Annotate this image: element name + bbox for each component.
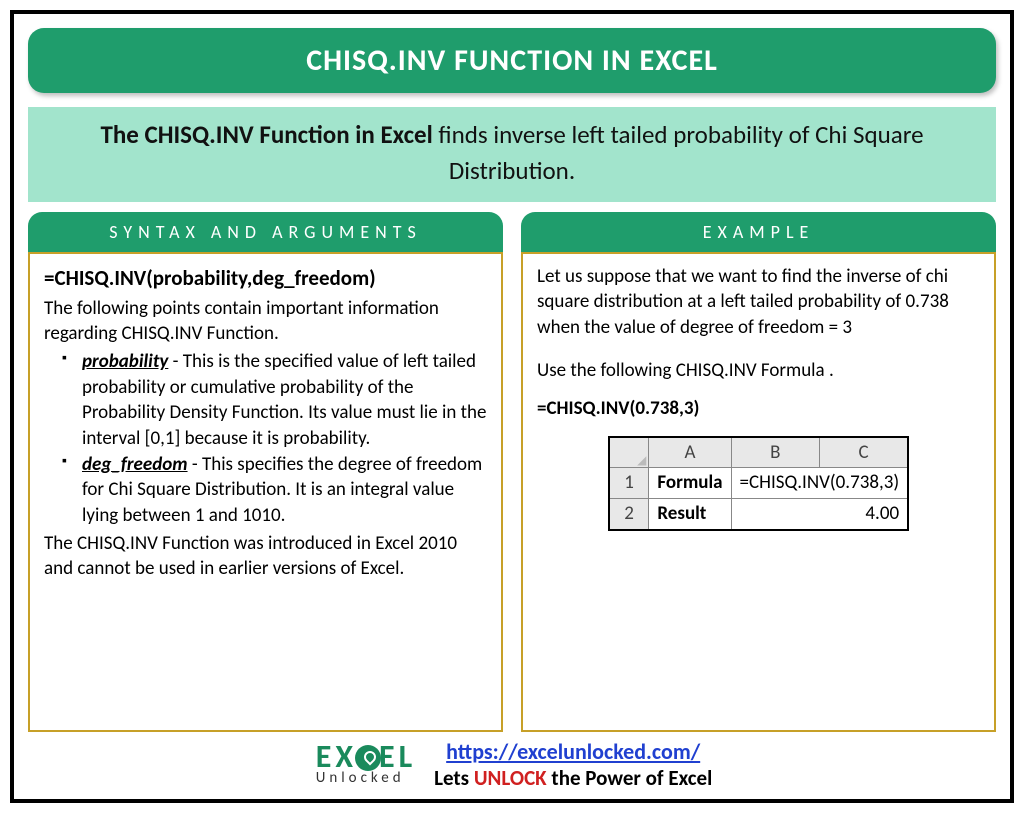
- example-body: Let us suppose that we want to find the …: [521, 252, 996, 733]
- syntax-intro: The following points contain important i…: [44, 296, 487, 347]
- cell-label: Formula: [649, 468, 731, 499]
- infographic-card: CHISQ.INV FUNCTION IN EXCEL The CHISQ.IN…: [10, 10, 1014, 803]
- syntax-formula: =CHISQ.INV(probability,deg_freedom): [44, 264, 487, 292]
- argument-name: deg_freedom: [82, 453, 188, 476]
- footer-tagline: Lets UNLOCK the Power of Excel: [434, 765, 712, 791]
- table-row: 2 Result 4.00: [609, 498, 908, 529]
- logo-top: EXEL: [316, 743, 416, 772]
- tagline-pre: Lets: [434, 765, 474, 791]
- lock-icon: [355, 745, 381, 771]
- footer-text: https://excelunlocked.com/ Lets UNLOCK t…: [434, 738, 712, 791]
- example-formula: =CHISQ.INV(0.738,3): [537, 396, 980, 422]
- footer-link[interactable]: https://excelunlocked.com/: [446, 738, 700, 765]
- description-bold: The CHISQ.INV Function in Excel: [100, 119, 432, 150]
- argument-item: probability - This is the specified valu…: [62, 349, 487, 452]
- col-header-b: B: [731, 437, 820, 468]
- example-p2: Use the following CHISQ.INV Formula .: [537, 358, 980, 384]
- table-header-row: A B C: [609, 437, 908, 468]
- excel-mini-table: A B C 1 Formula =CHISQ.INV(0.738,3) 2 Re…: [608, 436, 909, 531]
- footer: EXEL Unlocked https://excelunlocked.com/…: [28, 738, 996, 791]
- tagline-post: the Power of Excel: [547, 765, 713, 791]
- row-number: 2: [609, 498, 649, 529]
- table-row: 1 Formula =CHISQ.INV(0.738,3): [609, 468, 908, 499]
- cell-value: =CHISQ.INV(0.738,3): [731, 468, 908, 499]
- logo: EXEL Unlocked: [312, 743, 412, 785]
- argument-item: deg_freedom - This specifies the degree …: [62, 452, 487, 529]
- cell-value: 4.00: [731, 498, 908, 529]
- tagline-unlock: UNLOCK: [474, 765, 547, 791]
- argument-list: probability - This is the specified valu…: [44, 349, 487, 528]
- cell-label: Result: [649, 498, 731, 529]
- syntax-header: SYNTAX AND ARGUMENTS: [28, 212, 503, 252]
- example-p1: Let us suppose that we want to find the …: [537, 264, 980, 341]
- argument-name: probability: [82, 350, 168, 373]
- description-banner: The CHISQ.INV Function in Excel finds in…: [28, 107, 996, 202]
- col-header-c: C: [820, 437, 909, 468]
- columns: SYNTAX AND ARGUMENTS =CHISQ.INV(probabil…: [28, 212, 996, 733]
- description-rest: finds inverse left tailed probability of…: [433, 119, 924, 186]
- table-corner: [609, 437, 649, 468]
- syntax-outro: The CHISQ.INV Function was introduced in…: [44, 531, 487, 582]
- syntax-body: =CHISQ.INV(probability,deg_freedom) The …: [28, 252, 503, 733]
- spacer: [537, 340, 980, 358]
- col-header-a: A: [649, 437, 731, 468]
- syntax-column: SYNTAX AND ARGUMENTS =CHISQ.INV(probabil…: [28, 212, 503, 733]
- example-header: EXAMPLE: [521, 212, 996, 252]
- example-column: EXAMPLE Let us suppose that we want to f…: [521, 212, 996, 733]
- row-number: 1: [609, 468, 649, 499]
- logo-bottom: Unlocked: [316, 772, 405, 786]
- page-title: CHISQ.INV FUNCTION IN EXCEL: [28, 28, 996, 93]
